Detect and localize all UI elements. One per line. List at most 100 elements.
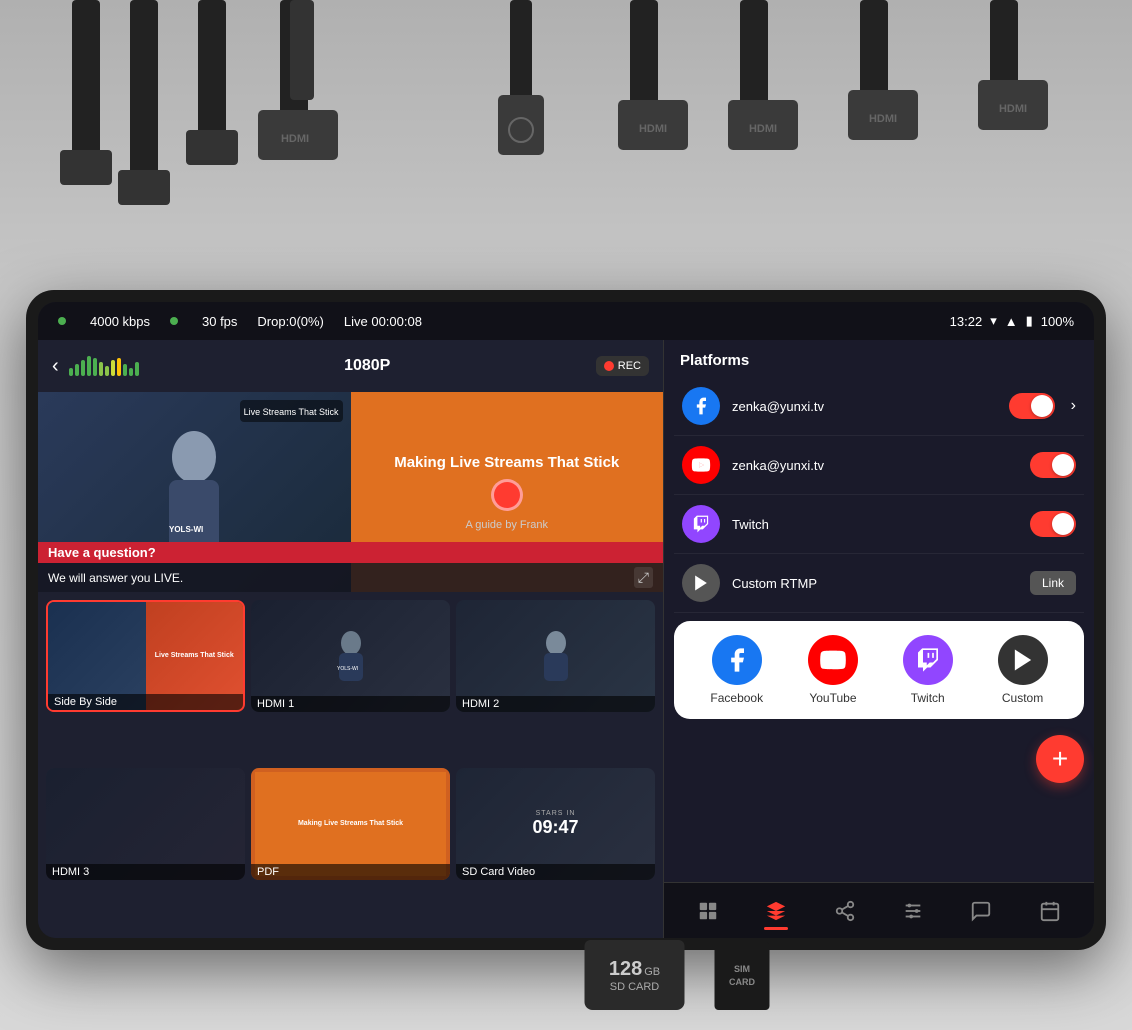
sd-label: SD CARD	[610, 981, 660, 993]
status-bar: 4000 kbps 30 fps Drop:0(0%) Live 00:00:0…	[38, 302, 1094, 340]
sd-card: 128 GB SD CARD	[585, 940, 685, 1010]
fps-value: 30 fps	[202, 314, 237, 329]
thumb-label-hdmi3: HDMI 3	[46, 864, 245, 880]
expand-icon[interactable]: ⤢	[634, 567, 653, 588]
sd-unit: GB	[644, 966, 660, 978]
twitch-icon	[682, 505, 720, 543]
nav-grid[interactable]	[685, 894, 731, 928]
picker-youtube-label: YouTube	[809, 691, 856, 705]
picker-twitch-icon	[903, 635, 953, 685]
bottom-nav	[664, 882, 1094, 938]
rec-button[interactable]: REC	[596, 356, 649, 376]
platform-custom[interactable]: Custom RTMP Link	[674, 554, 1084, 613]
rec-circle-icon	[604, 361, 614, 371]
picker-custom-label: Custom	[1002, 691, 1043, 705]
thumbnail-hdmi2[interactable]: HDMI 2	[456, 600, 655, 712]
twitch-account: Twitch	[732, 517, 1018, 532]
sim-label: SIMCARD	[729, 963, 755, 988]
svg-text:HDMI: HDMI	[999, 103, 1027, 115]
platform-twitch[interactable]: Twitch	[674, 495, 1084, 554]
picker-custom[interactable]: Custom	[998, 635, 1048, 705]
rec-label: REC	[618, 360, 641, 372]
record-indicator-icon	[491, 479, 523, 511]
calendar-icon	[1039, 900, 1061, 922]
picker-youtube-icon	[808, 635, 858, 685]
picker-youtube[interactable]: YouTube	[808, 635, 858, 705]
lower-third-bottom: We will answer you LIVE. ⤢	[38, 563, 663, 592]
thumbnail-sdcard[interactable]: STARS IN 09:47 SD Card Video	[456, 768, 655, 880]
grid-icon	[697, 900, 719, 922]
platform-list: zenka@yunxi.tv › zenka@	[664, 377, 1094, 613]
thumb-label-sdcard: SD Card Video	[456, 864, 655, 880]
thumbnail-pdf[interactable]: Making Live Streams That Stick PDF	[251, 768, 450, 880]
nav-settings[interactable]	[890, 894, 936, 928]
lower-third-top: Have a question?	[38, 542, 663, 563]
picker-facebook[interactable]: Facebook	[710, 635, 763, 705]
thumbnail-hdmi3[interactable]: HDMI 3	[46, 768, 245, 880]
svg-text:HDMI: HDMI	[639, 123, 667, 135]
twitch-toggle[interactable]	[1030, 511, 1076, 537]
svg-text:YOLS-WI: YOLS-WI	[169, 525, 203, 534]
thumb-label-side-by-side: Side By Side	[48, 694, 243, 710]
facebook-toggle[interactable]	[1009, 393, 1055, 419]
thumbnail-grid: Live Streams That Stick Side By Side	[38, 592, 663, 938]
resolution-badge: 1080P	[344, 357, 390, 375]
audio-meter	[69, 356, 139, 376]
thumb-label-hdmi1: HDMI 1	[251, 696, 450, 712]
nav-calendar[interactable]	[1027, 894, 1073, 928]
lower-third-text: We will answer you LIVE.	[48, 571, 183, 585]
youtube-icon	[682, 446, 720, 484]
youtube-account: zenka@yunxi.tv	[732, 458, 1018, 473]
picker-custom-icon	[998, 635, 1048, 685]
picker-twitch[interactable]: Twitch	[903, 635, 953, 705]
youtube-toggle[interactable]	[1030, 452, 1076, 478]
svg-text:HDMI: HDMI	[749, 123, 777, 135]
picker-facebook-icon	[712, 635, 762, 685]
sd-size: 128	[609, 958, 642, 981]
svg-text:HDMI: HDMI	[869, 113, 897, 125]
thumbnail-side-by-side[interactable]: Live Streams That Stick Side By Side	[46, 600, 245, 712]
top-bar: ‹	[38, 340, 663, 392]
custom-account: Custom RTMP	[732, 576, 1018, 591]
preview-area: YOLS-WI Live Streams That Stick Mak	[38, 392, 663, 592]
share-icon	[834, 900, 856, 922]
platform-youtube[interactable]: zenka@yunxi.tv	[674, 436, 1084, 495]
thumb-label-pdf: PDF	[251, 864, 450, 880]
layers-icon	[765, 900, 787, 922]
picker-facebook-label: Facebook	[710, 691, 763, 705]
picker-twitch-label: Twitch	[911, 691, 945, 705]
thumbnail-hdmi1[interactable]: YOLS-WI HDMI 1	[251, 600, 450, 712]
preview-subtitle: A guide by Frank	[465, 519, 548, 531]
clock: 13:22	[950, 314, 983, 329]
battery-icon: ▮	[1026, 313, 1033, 329]
svg-text:YOLS-WI: YOLS-WI	[337, 666, 358, 672]
fps-dot	[170, 317, 178, 325]
facebook-chevron-icon[interactable]: ›	[1071, 397, 1076, 415]
custom-icon	[682, 564, 720, 602]
nav-share[interactable]	[822, 894, 868, 928]
add-icon: +	[1052, 743, 1068, 775]
thumb-label-hdmi2: HDMI 2	[456, 696, 655, 712]
platforms-header: Platforms	[664, 340, 1094, 377]
bitrate-value: 4000 kbps	[90, 314, 150, 329]
facebook-icon	[682, 387, 720, 425]
live-dot	[58, 317, 66, 325]
drop-value: Drop:0(0%)	[257, 314, 323, 329]
add-platform-button[interactable]: +	[1036, 735, 1084, 783]
preview-title: Making Live Streams That Stick	[394, 454, 619, 471]
wifi-icon: ▾	[990, 313, 997, 329]
platform-picker: Facebook YouTube	[674, 621, 1084, 719]
signal-icon: ▲	[1005, 314, 1018, 329]
nav-layers[interactable]	[753, 894, 799, 928]
facebook-account: zenka@yunxi.tv	[732, 399, 997, 414]
right-panel: Platforms zenka@yunxi.tv ›	[664, 340, 1094, 938]
nav-chat[interactable]	[958, 894, 1004, 928]
lower-third: Have a question? We will answer you LIVE…	[38, 542, 663, 592]
platform-facebook[interactable]: zenka@yunxi.tv ›	[674, 377, 1084, 436]
settings-icon	[902, 900, 924, 922]
back-button[interactable]: ‹	[52, 355, 59, 378]
battery-percent: 100%	[1041, 314, 1074, 329]
custom-link-button[interactable]: Link	[1030, 571, 1076, 595]
svg-text:HDMI: HDMI	[281, 133, 309, 145]
live-timer: Live 00:00:08	[344, 314, 422, 329]
